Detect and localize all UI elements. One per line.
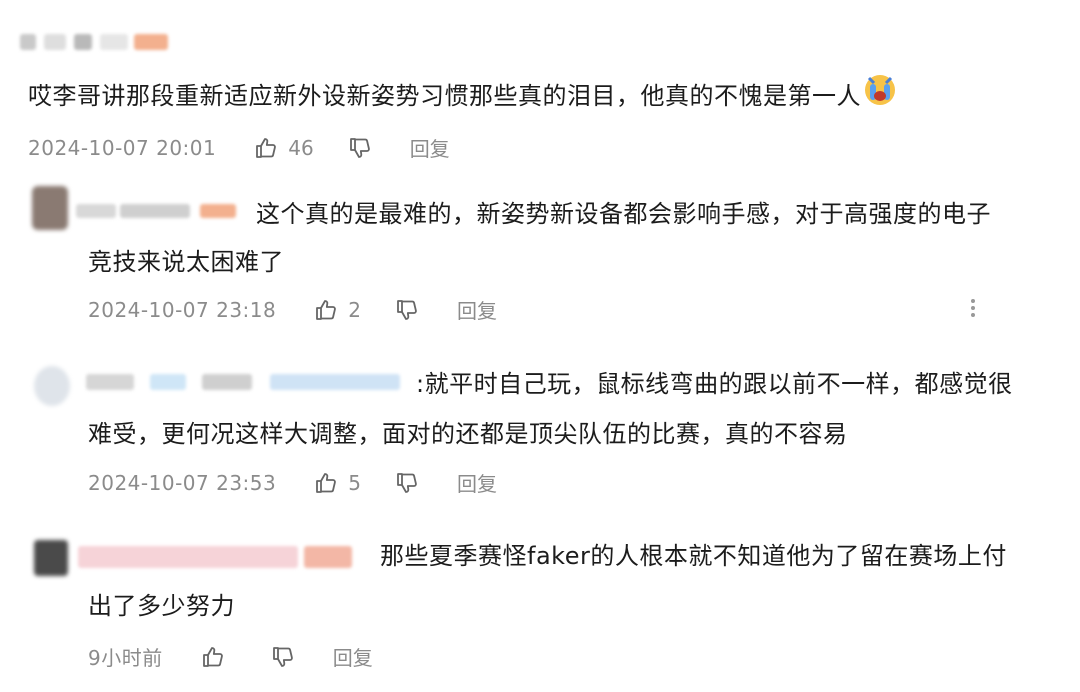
thumbs-down-icon <box>272 646 293 667</box>
avatar[interactable] <box>34 540 68 576</box>
comment-text-line1: 那些夏季赛怪faker的人根本就不知道他为了留在赛场上付 <box>380 542 1007 570</box>
dislike-button[interactable] <box>395 471 419 495</box>
comment-text-line2: 难受，更何况这样大调整，面对的还都是顶尖队伍的比赛，真的不容易 <box>88 420 848 448</box>
reply-button[interactable]: 回复 <box>457 468 497 497</box>
like-count: 2 <box>348 297 361 322</box>
like-count: 5 <box>348 470 361 495</box>
like-button[interactable]: 5 <box>314 471 361 495</box>
comment-text: 哎李哥讲那段重新适应新外设新姿势习惯那些真的泪目，他真的不愧是第一人 <box>28 72 897 122</box>
dislike-button[interactable] <box>395 298 419 322</box>
like-button[interactable] <box>201 645 225 669</box>
comment-meta: 2024-10-07 23:53 5 回复 <box>88 468 497 497</box>
thumbs-up-icon <box>316 299 337 320</box>
comment-meta: 2024-10-07 20:01 46 回复 <box>28 133 450 162</box>
timestamp: 2024-10-07 20:01 <box>28 135 217 160</box>
thumbs-down-icon <box>397 299 417 320</box>
crying-face-emoji <box>863 72 897 122</box>
comment-text-line2: 竞技来说太困难了 <box>88 248 284 276</box>
more-vertical-icon[interactable] <box>966 296 980 324</box>
reply-button[interactable]: 回复 <box>333 642 373 671</box>
timestamp: 2024-10-07 23:18 <box>88 297 277 322</box>
comment-text-line1: :就平时自己玩，鼠标线弯曲的跟以前不一样，都感觉很 <box>416 370 1013 398</box>
comment-text-line2: 出了多少努力 <box>88 592 235 620</box>
thumbs-up-icon <box>316 472 337 493</box>
like-button[interactable]: 46 <box>254 135 314 160</box>
thumbs-down-icon <box>397 472 417 493</box>
avatar[interactable] <box>32 186 68 230</box>
like-button[interactable]: 2 <box>314 298 361 322</box>
comment-meta: 2024-10-07 23:18 2 回复 <box>88 295 497 324</box>
avatar[interactable] <box>34 366 70 406</box>
timestamp: 2024-10-07 23:53 <box>88 470 277 495</box>
comment-text-line1: 这个真的是最难的，新姿势新设备都会影响手感，对于高强度的电子 <box>256 200 991 228</box>
reply-button[interactable]: 回复 <box>410 133 450 162</box>
comment-meta: 9小时前 回复 <box>88 642 373 671</box>
timestamp: 9小时前 <box>88 646 163 670</box>
like-count: 46 <box>288 135 314 160</box>
thumbs-up-icon <box>256 137 277 158</box>
dislike-button[interactable] <box>271 645 295 669</box>
thumbs-down-icon <box>349 137 370 158</box>
thumbs-up-icon <box>202 646 223 667</box>
dislike-button[interactable] <box>348 136 372 160</box>
reply-button[interactable]: 回复 <box>457 295 497 324</box>
